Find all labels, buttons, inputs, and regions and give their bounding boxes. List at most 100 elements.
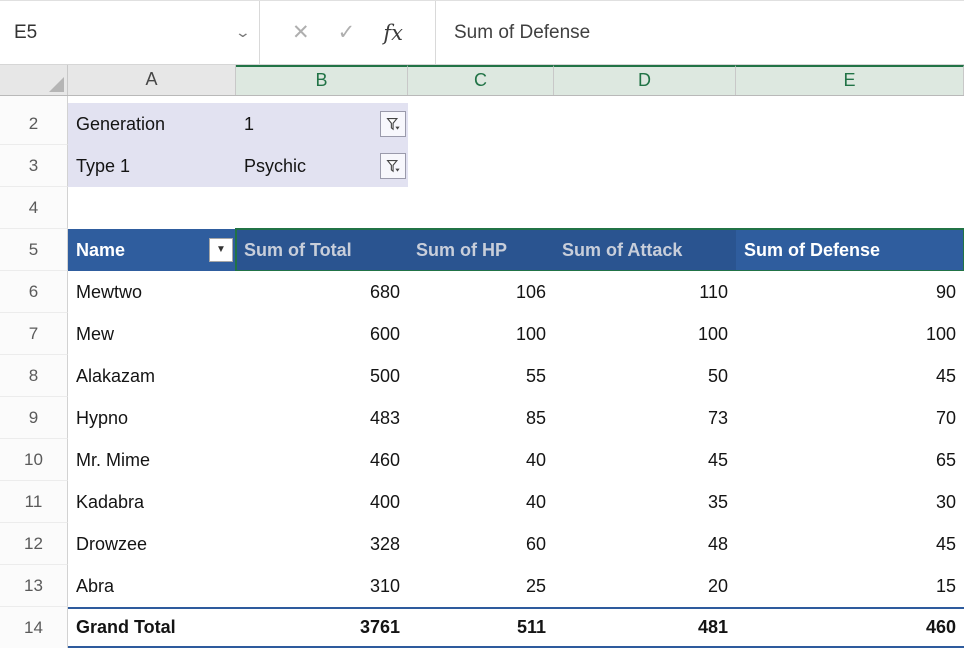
enter-check-icon[interactable]: ✓ [338, 20, 356, 45]
row-header-3[interactable]: 3 [0, 145, 68, 187]
cell-defense[interactable]: 65 [736, 439, 964, 481]
name-box[interactable]: E5 ⌄ [0, 1, 260, 64]
name-filter-dropdown[interactable]: ▼ [209, 238, 233, 262]
row-header-11[interactable]: 11 [0, 481, 68, 523]
row-header-13[interactable]: 13 [0, 565, 68, 607]
cell-defense[interactable]: 90 [736, 271, 964, 313]
cell[interactable] [554, 187, 736, 229]
pivot-filter-button[interactable] [380, 111, 406, 137]
cell-total[interactable]: 500 [236, 355, 408, 397]
column-header-e[interactable]: E [736, 65, 964, 95]
filter-value-type1[interactable]: Psychic [236, 145, 408, 187]
cancel-icon[interactable]: ✕ [292, 20, 310, 45]
grand-total-defense[interactable]: 460 [736, 607, 964, 648]
pivot-filter-button[interactable] [380, 153, 406, 179]
cell[interactable] [736, 187, 964, 229]
row-header-8[interactable]: 8 [0, 355, 68, 397]
cell-defense[interactable]: 30 [736, 481, 964, 523]
cell-hp[interactable]: 40 [408, 481, 554, 523]
row-13: 13 Abra 310 25 20 15 [0, 565, 964, 607]
cell-hp[interactable]: 40 [408, 439, 554, 481]
row-header-5[interactable]: 5 [0, 229, 68, 271]
cell-attack[interactable]: 35 [554, 481, 736, 523]
formula-bar-input[interactable]: Sum of Defense [436, 1, 964, 64]
row-header-1[interactable]: 1 [0, 96, 68, 103]
row-header-4[interactable]: 4 [0, 187, 68, 229]
grand-total-label[interactable]: Grand Total [68, 607, 236, 648]
column-header-d[interactable]: D [554, 65, 736, 95]
cell-total[interactable]: 328 [236, 523, 408, 565]
cell[interactable] [408, 103, 554, 145]
cell[interactable] [236, 187, 408, 229]
cell-name[interactable]: Mewtwo [68, 271, 236, 313]
row-header-9[interactable]: 9 [0, 397, 68, 439]
cell[interactable] [408, 187, 554, 229]
cell-defense[interactable]: 45 [736, 355, 964, 397]
cell-name[interactable]: Mew [68, 313, 236, 355]
cell[interactable] [736, 145, 964, 187]
cell[interactable] [68, 96, 236, 103]
cell[interactable] [236, 96, 408, 103]
cell[interactable] [408, 96, 554, 103]
cell-attack[interactable]: 45 [554, 439, 736, 481]
pivot-header-defense-active-cell[interactable]: Sum of Defense [736, 229, 964, 271]
row-header-10[interactable]: 10 [0, 439, 68, 481]
cell-defense[interactable]: 45 [736, 523, 964, 565]
row-header-12[interactable]: 12 [0, 523, 68, 565]
cell-total[interactable]: 483 [236, 397, 408, 439]
grand-total-total[interactable]: 3761 [236, 607, 408, 648]
cell[interactable] [554, 145, 736, 187]
row-header-7[interactable]: 7 [0, 313, 68, 355]
column-header-a[interactable]: A [68, 65, 236, 95]
cell-name[interactable]: Drowzee [68, 523, 236, 565]
cell-total[interactable]: 400 [236, 481, 408, 523]
insert-function-icon[interactable]: fx [383, 21, 403, 45]
cell-name[interactable]: Alakazam [68, 355, 236, 397]
cell-attack[interactable]: 100 [554, 313, 736, 355]
filter-value-generation[interactable]: 1 [236, 103, 408, 145]
cell-total[interactable]: 460 [236, 439, 408, 481]
cell-name[interactable]: Kadabra [68, 481, 236, 523]
pivot-header-attack[interactable]: Sum of Attack [554, 229, 736, 271]
cell-hp[interactable]: 55 [408, 355, 554, 397]
cell[interactable] [408, 145, 554, 187]
cell[interactable] [68, 187, 236, 229]
cell[interactable] [736, 96, 964, 103]
cell-name[interactable]: Abra [68, 565, 236, 607]
cell-total[interactable]: 680 [236, 271, 408, 313]
cell-name[interactable]: Hypno [68, 397, 236, 439]
column-header-b[interactable]: B [236, 65, 408, 95]
cell-hp[interactable]: 106 [408, 271, 554, 313]
pivot-header-total[interactable]: Sum of Total [236, 229, 408, 271]
column-header-c[interactable]: C [408, 65, 554, 95]
row-header-6[interactable]: 6 [0, 271, 68, 313]
row-header-14[interactable]: 14 [0, 607, 68, 648]
grand-total-attack[interactable]: 481 [554, 607, 736, 648]
cell-defense[interactable]: 100 [736, 313, 964, 355]
cell-hp[interactable]: 85 [408, 397, 554, 439]
cell-total[interactable]: 600 [236, 313, 408, 355]
cell-total[interactable]: 310 [236, 565, 408, 607]
cell-attack[interactable]: 73 [554, 397, 736, 439]
cell[interactable] [554, 103, 736, 145]
cell-attack[interactable]: 48 [554, 523, 736, 565]
cell-name[interactable]: Mr. Mime [68, 439, 236, 481]
cell-defense[interactable]: 70 [736, 397, 964, 439]
pivot-header-hp[interactable]: Sum of HP [408, 229, 554, 271]
cell[interactable] [554, 96, 736, 103]
cell-hp[interactable]: 60 [408, 523, 554, 565]
cell-attack[interactable]: 20 [554, 565, 736, 607]
cell-hp[interactable]: 25 [408, 565, 554, 607]
filter-label-type1[interactable]: Type 1 [68, 145, 236, 187]
cell-attack[interactable]: 110 [554, 271, 736, 313]
row-header-2[interactable]: 2 [0, 103, 68, 145]
filter-label-generation[interactable]: Generation [68, 103, 236, 145]
cell-attack[interactable]: 50 [554, 355, 736, 397]
grand-total-hp[interactable]: 511 [408, 607, 554, 648]
cell-defense[interactable]: 15 [736, 565, 964, 607]
select-all-corner[interactable] [0, 65, 68, 95]
cell-hp[interactable]: 100 [408, 313, 554, 355]
chevron-down-icon[interactable]: ⌄ [235, 24, 251, 41]
pivot-header-name[interactable]: Name ▼ [68, 229, 236, 271]
cell[interactable] [736, 103, 964, 145]
